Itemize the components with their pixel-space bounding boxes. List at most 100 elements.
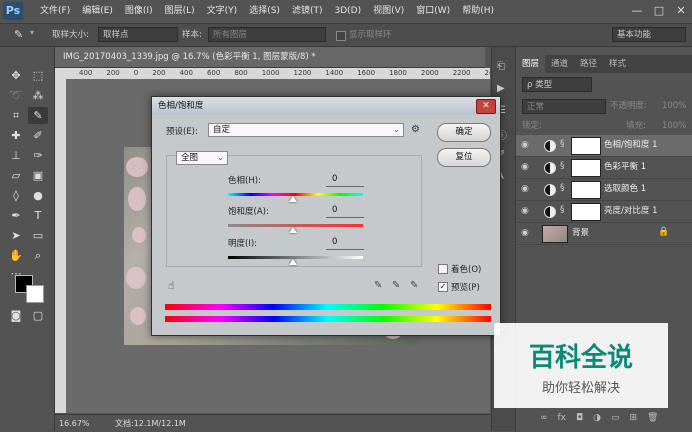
tab-paths[interactable]: 路径 bbox=[574, 55, 603, 73]
show-ring-checkbox[interactable] bbox=[336, 31, 346, 41]
ruler-mark: 400 bbox=[179, 69, 193, 77]
ok-button[interactable]: 确定 bbox=[437, 123, 491, 142]
pen-tool-icon[interactable]: ✒ bbox=[6, 207, 26, 224]
lightness-slider-thumb[interactable] bbox=[289, 259, 297, 265]
layer-mask-thumbnail[interactable] bbox=[571, 159, 601, 177]
layer-row[interactable]: ◉ § 色相/饱和度 1 bbox=[516, 135, 692, 157]
channel-dropdown[interactable]: 全图 ⌄ bbox=[176, 151, 228, 165]
eraser-tool-icon[interactable]: ▱ bbox=[6, 167, 26, 184]
link-layers-icon[interactable]: ∞ bbox=[540, 413, 548, 423]
add-mask-icon[interactable]: ◘ bbox=[576, 413, 583, 423]
menu-help[interactable]: 帮助(H) bbox=[456, 0, 500, 23]
dodge-tool-icon[interactable]: ● bbox=[28, 187, 48, 204]
eyedropper-icon[interactable]: ✎ bbox=[374, 280, 382, 291]
background-color-swatch[interactable] bbox=[26, 285, 44, 303]
screen-mode-icon[interactable]: ▢ bbox=[28, 307, 48, 324]
menu-3d[interactable]: 3D(D) bbox=[328, 0, 367, 23]
eyedropper-minus-icon[interactable]: ✎ bbox=[410, 280, 418, 291]
healing-brush-icon[interactable]: ✚ bbox=[6, 127, 26, 144]
fill-value[interactable]: 100% bbox=[662, 119, 686, 134]
gear-icon[interactable]: ⚙ bbox=[411, 124, 420, 135]
layer-row[interactable]: ◉ 背景 🔒 bbox=[516, 223, 692, 245]
new-group-icon[interactable]: ▭ bbox=[611, 413, 620, 423]
blur-tool-icon[interactable]: ◊ bbox=[6, 187, 26, 204]
fx-icon[interactable]: fx bbox=[558, 413, 567, 423]
saturation-slider-thumb[interactable] bbox=[289, 227, 297, 233]
tab-channels[interactable]: 通道 bbox=[545, 55, 574, 73]
eyedropper-plus-icon[interactable]: ✎ bbox=[392, 280, 400, 291]
eye-icon[interactable]: ◉ bbox=[521, 228, 529, 238]
layer-row[interactable]: ◉ § 色彩平衡 1 bbox=[516, 157, 692, 179]
colorize-checkbox[interactable] bbox=[438, 264, 448, 274]
eyedropper-icon[interactable]: ✎ bbox=[14, 28, 23, 41]
menu-window[interactable]: 窗口(W) bbox=[410, 0, 456, 23]
eye-icon[interactable]: ◉ bbox=[521, 184, 529, 194]
new-adjustment-icon[interactable]: ◑ bbox=[593, 413, 601, 423]
saturation-input[interactable]: 0 bbox=[326, 204, 364, 218]
menu-type[interactable]: 文字(Y) bbox=[201, 0, 244, 23]
chevron-down-icon: ⌄ bbox=[216, 153, 224, 163]
hand-adjust-icon[interactable]: ☝ bbox=[168, 279, 175, 292]
sample-dropdown[interactable]: 所有图层 bbox=[208, 27, 326, 42]
menu-image[interactable]: 图像(I) bbox=[119, 0, 159, 23]
eye-icon[interactable]: ◉ bbox=[521, 140, 529, 150]
shape-tool-icon[interactable]: ▭ bbox=[28, 227, 48, 244]
magic-wand-icon[interactable]: ⁂ bbox=[28, 87, 48, 104]
zoom-tool-icon[interactable]: ⌕ bbox=[28, 247, 48, 264]
gradient-tool-icon[interactable]: ▣ bbox=[28, 167, 48, 184]
menu-layer[interactable]: 图层(L) bbox=[159, 0, 201, 23]
move-tool-icon[interactable]: ✥ bbox=[6, 67, 26, 84]
dialog-close-button[interactable]: ✕ bbox=[476, 99, 496, 114]
marquee-tool-icon[interactable]: ⬚ bbox=[28, 67, 48, 84]
menu-edit[interactable]: 编辑(E) bbox=[76, 0, 119, 23]
layer-kind-filter[interactable]: ρ 类型 bbox=[522, 77, 592, 92]
hue-input[interactable]: 0 bbox=[326, 173, 364, 187]
new-layer-icon[interactable]: ⊞ bbox=[630, 413, 638, 423]
eyedropper-tool-icon[interactable]: ✎ bbox=[28, 107, 48, 124]
type-tool-icon[interactable]: T bbox=[28, 207, 48, 224]
lasso-tool-icon[interactable]: ➰ bbox=[6, 87, 26, 104]
tab-styles[interactable]: 样式 bbox=[603, 55, 632, 73]
eye-icon[interactable]: ◉ bbox=[521, 162, 529, 172]
layer-mask-thumbnail[interactable] bbox=[571, 137, 601, 155]
maximize-button[interactable]: □ bbox=[652, 2, 666, 20]
adjustment-layer-icon bbox=[544, 162, 556, 174]
preset-dropdown[interactable]: 自定 ⌄ bbox=[208, 123, 404, 137]
layer-row[interactable]: ◉ § 选取颜色 1 bbox=[516, 179, 692, 201]
hand-tool-icon[interactable]: ✋ bbox=[6, 247, 26, 264]
document-tab[interactable]: IMG_20170403_1339.jpg @ 16.7% (色彩平衡 1, 图… bbox=[55, 47, 485, 68]
menu-select[interactable]: 选择(S) bbox=[243, 0, 286, 23]
reset-button[interactable]: 复位 bbox=[437, 148, 491, 167]
path-selection-icon[interactable]: ➤ bbox=[6, 227, 26, 244]
delete-layer-icon[interactable]: 🗑 bbox=[647, 413, 658, 423]
layer-mask-thumbnail[interactable] bbox=[571, 181, 601, 199]
lightness-input[interactable]: 0 bbox=[326, 236, 364, 250]
quick-mask-icon[interactable]: ◙ bbox=[6, 307, 26, 324]
tool-preset-chevron-icon[interactable]: ▾ bbox=[30, 28, 34, 37]
crop-tool-icon[interactable]: ⌗ bbox=[6, 107, 26, 124]
tab-layers[interactable]: 图层 bbox=[516, 55, 546, 73]
sample-size-dropdown[interactable]: 取样点 bbox=[98, 27, 178, 42]
clone-stamp-icon[interactable]: ⊥ bbox=[6, 147, 26, 164]
minimize-button[interactable]: — bbox=[630, 2, 644, 20]
menu-file[interactable]: 文件(F) bbox=[34, 0, 76, 23]
menu-view[interactable]: 视图(V) bbox=[367, 0, 410, 23]
play-icon[interactable]: ▶ bbox=[497, 83, 505, 94]
blend-mode-dropdown[interactable]: 正常 bbox=[522, 99, 606, 114]
layer-mask-thumbnail[interactable] bbox=[571, 203, 601, 221]
workspace-dropdown[interactable]: 基本功能 bbox=[612, 27, 686, 42]
zoom-level[interactable]: 16.67% bbox=[59, 415, 90, 432]
preset-value: 自定 bbox=[213, 125, 231, 135]
close-window-button[interactable]: ✕ bbox=[674, 2, 688, 20]
opacity-value[interactable]: 100% bbox=[662, 99, 686, 114]
dialog-titlebar[interactable]: 色相/饱和度 bbox=[152, 97, 500, 115]
preview-checkbox[interactable]: ✓ bbox=[438, 282, 448, 292]
history-icon[interactable]: ⎗ bbox=[497, 61, 505, 72]
menu-filter[interactable]: 滤镜(T) bbox=[286, 0, 329, 23]
brush-tool-icon[interactable]: ✐ bbox=[28, 127, 48, 144]
eye-icon[interactable]: ◉ bbox=[521, 206, 529, 216]
hue-slider-thumb[interactable] bbox=[289, 196, 297, 202]
layer-row[interactable]: ◉ § 亮度/对比度 1 bbox=[516, 201, 692, 223]
left-ruler bbox=[55, 79, 66, 413]
history-brush-icon[interactable]: ✑ bbox=[28, 147, 48, 164]
